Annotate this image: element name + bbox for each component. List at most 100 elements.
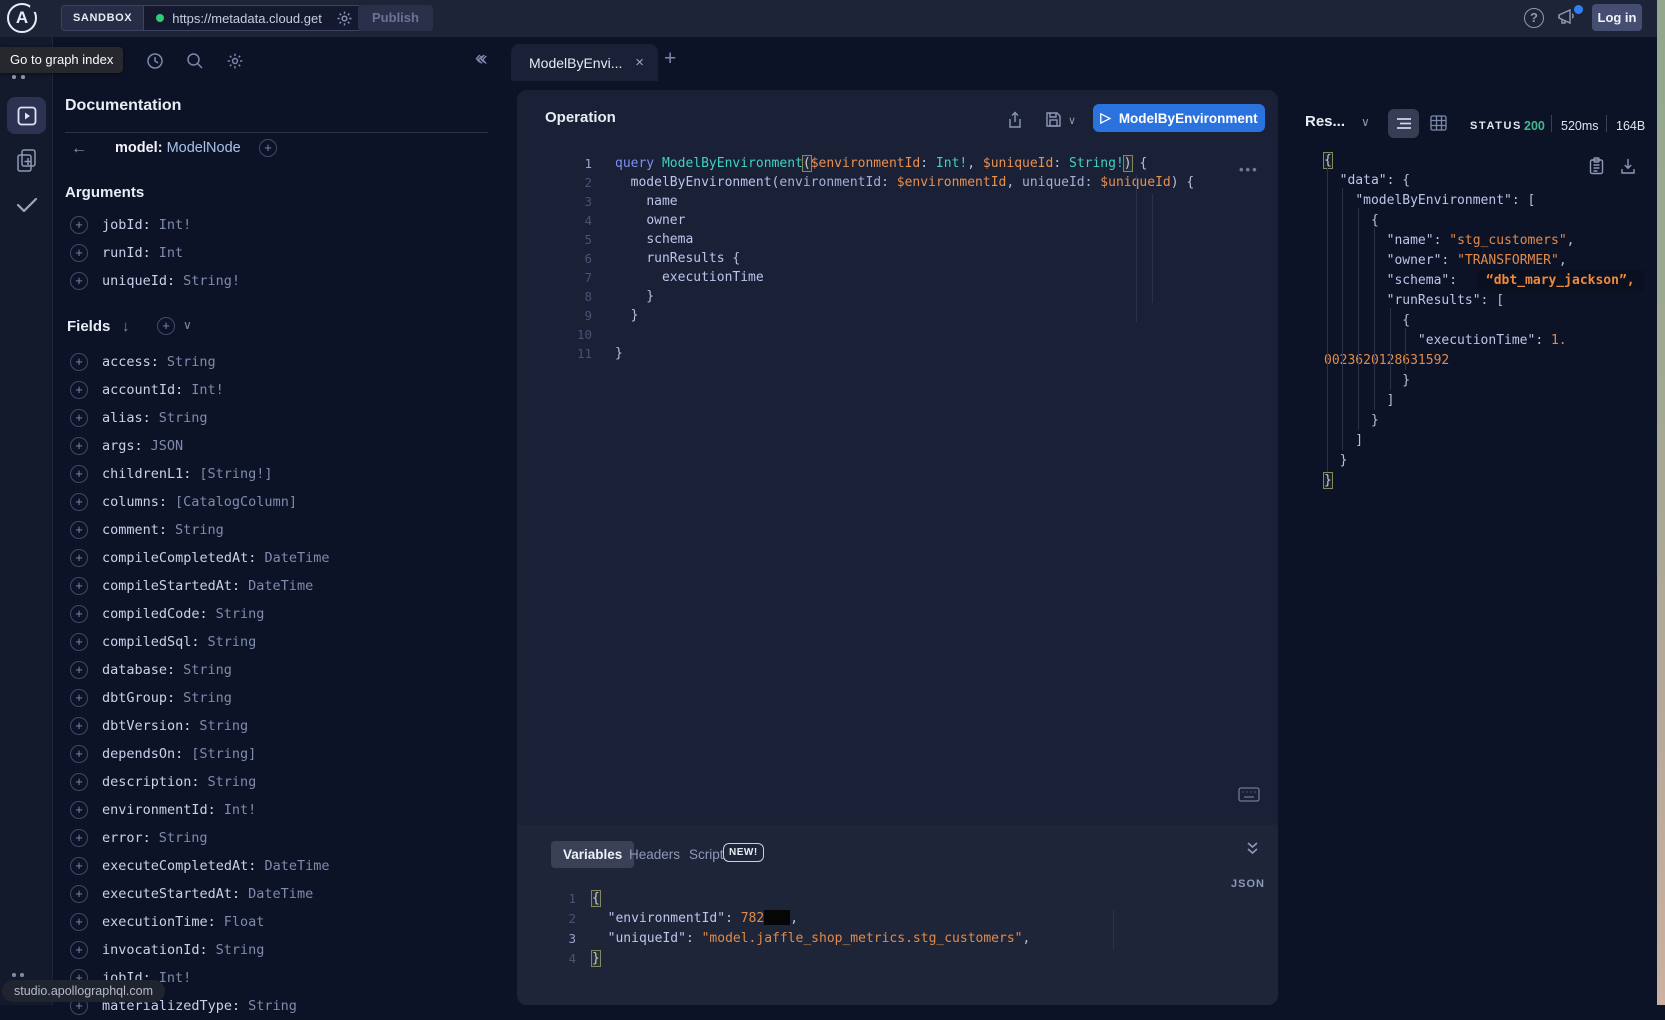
field-name[interactable]: args:: [102, 438, 143, 454]
code-line[interactable]: 10: [517, 325, 1278, 344]
tab-modelbyenvironment[interactable]: ModelByEnvi... ×: [511, 44, 658, 81]
variables-editor[interactable]: 1{2 "environmentId": 782,3 "uniqueId": "…: [517, 888, 1257, 968]
field-type[interactable]: String: [183, 662, 232, 678]
field-row[interactable]: +columns:[CatalogColumn]: [65, 488, 495, 516]
code-line[interactable]: "data": {: [1324, 170, 1650, 190]
endpoint-settings-gear-icon[interactable]: [336, 10, 353, 27]
back-arrow-icon[interactable]: ←: [71, 140, 87, 158]
field-type[interactable]: JSON: [151, 438, 184, 454]
run-operation-button[interactable]: ▷ ModelByEnvironment: [1093, 104, 1265, 132]
response-viewer[interactable]: { "data": { "modelByEnvironment": [ { "n…: [1324, 150, 1650, 490]
field-row[interactable]: +environmentId:Int!: [65, 796, 495, 824]
field-row[interactable]: +childrenL1:[String!]: [65, 460, 495, 488]
announcements-megaphone-icon[interactable]: [1556, 7, 1582, 29]
field-name[interactable]: dbtVersion:: [102, 718, 191, 734]
code-line[interactable]: 3 "uniqueId": "model.jaffle_shop_metrics…: [517, 928, 1257, 948]
field-row[interactable]: +access:String: [65, 348, 495, 376]
field-type[interactable]: Int: [159, 245, 183, 261]
field-name[interactable]: uniqueId:: [102, 273, 175, 289]
code-line[interactable]: 4 owner: [517, 211, 1278, 230]
code-line[interactable]: 1query ModelByEnvironment($environmentId…: [517, 154, 1278, 173]
endpoint-url-field[interactable]: https://metadata.cloud.get: [144, 6, 361, 30]
field-row[interactable]: + compileStartedAt: DateTime: [65, 572, 495, 600]
field-type[interactable]: DateTime: [264, 858, 329, 874]
add-field-plus-icon[interactable]: +: [70, 521, 88, 539]
code-line[interactable]: }: [1324, 450, 1650, 470]
field-name[interactable]: environmentId:: [102, 802, 216, 818]
explorer-nav-item[interactable]: [7, 97, 46, 134]
code-line[interactable]: "name": "stg_customers",: [1324, 230, 1650, 250]
field-row[interactable]: +invocationId:String: [65, 936, 495, 964]
code-line[interactable]: "modelByEnvironment": [: [1324, 190, 1650, 210]
add-field-plus-icon[interactable]: +: [70, 577, 88, 595]
field-name[interactable]: jobId:: [102, 217, 151, 233]
field-type[interactable]: String: [216, 606, 265, 622]
field-type[interactable]: [String]: [191, 746, 256, 762]
field-name[interactable]: executeCompletedAt:: [102, 858, 256, 874]
field-row[interactable]: +compiledCode:String: [65, 600, 495, 628]
add-field-plus-icon[interactable]: +: [70, 549, 88, 567]
code-line[interactable]: }: [1324, 470, 1650, 490]
query-editor[interactable]: 1query ModelByEnvironment($environmentId…: [517, 154, 1278, 363]
add-field-plus-icon[interactable]: +: [70, 689, 88, 707]
tab-variables[interactable]: Variables: [551, 841, 634, 868]
save-icon[interactable]: [1045, 111, 1062, 128]
sort-icon[interactable]: ↓: [122, 318, 130, 335]
field-type[interactable]: String: [167, 354, 216, 370]
code-line[interactable]: {: [1324, 150, 1650, 170]
keyboard-shortcuts-icon[interactable]: [1238, 787, 1260, 802]
add-field-plus-icon[interactable]: +: [70, 913, 88, 931]
field-name[interactable]: error:: [102, 830, 151, 846]
add-field-plus-icon[interactable]: +: [70, 465, 88, 483]
field-type[interactable]: String: [208, 774, 257, 790]
field-row[interactable]: +compileCompletedAt:DateTime: [65, 544, 495, 572]
code-line[interactable]: 0023620128631592: [1324, 350, 1650, 370]
code-line[interactable]: ]: [1324, 390, 1650, 410]
field-name[interactable]: access:: [102, 354, 159, 370]
field-row[interactable]: +jobId:Int!: [65, 211, 495, 239]
login-button[interactable]: Log in: [1592, 4, 1642, 31]
field-type[interactable]: String: [159, 410, 208, 426]
search-icon[interactable]: [186, 52, 204, 70]
field-row[interactable]: +accountId:Int!: [65, 376, 495, 404]
field-name[interactable]: childrenL1:: [102, 466, 191, 482]
add-field-plus-icon[interactable]: +: [70, 437, 88, 455]
add-field-plus-icon[interactable]: +: [70, 829, 88, 847]
add-field-plus-icon[interactable]: +: [70, 717, 88, 735]
add-field-plus-icon[interactable]: +: [70, 745, 88, 763]
field-name[interactable]: dependsOn:: [102, 746, 183, 762]
field-row[interactable]: +executionTime:Float: [65, 908, 495, 936]
add-field-plus-icon[interactable]: +: [70, 409, 88, 427]
code-line[interactable]: ]: [1324, 430, 1650, 450]
field-row[interactable]: +executeStartedAt:DateTime: [65, 880, 495, 908]
field-name[interactable]: executeStartedAt:: [102, 886, 240, 902]
code-line[interactable]: }: [1324, 370, 1650, 390]
field-name[interactable]: compiledCode:: [102, 606, 208, 622]
field-name[interactable]: compileStartedAt:: [102, 578, 240, 594]
field-type[interactable]: Float: [224, 914, 265, 930]
field-name[interactable]: runId:: [102, 245, 151, 261]
code-line[interactable]: 2 "environmentId": 782,: [517, 908, 1257, 928]
collapse-sidebar-icon[interactable]: «: [475, 48, 486, 70]
field-name[interactable]: database:: [102, 662, 175, 678]
field-name[interactable]: alias:: [102, 410, 151, 426]
new-tab-icon[interactable]: +: [664, 47, 676, 71]
field-type[interactable]: String: [159, 830, 208, 846]
field-type[interactable]: Int!: [159, 217, 192, 233]
field-name[interactable]: compileCompletedAt:: [102, 550, 256, 566]
field-name[interactable]: invocationId:: [102, 942, 208, 958]
field-row[interactable]: + dependsOn: [String]: [65, 740, 495, 768]
response-dropdown-chevron-icon[interactable]: ∨: [1361, 115, 1370, 129]
tab-script[interactable]: Script: [689, 847, 724, 862]
field-row[interactable]: +compiledSql:String: [65, 628, 495, 656]
help-icon[interactable]: ?: [1524, 8, 1544, 28]
field-type[interactable]: DateTime: [248, 578, 313, 594]
add-field-plus-icon[interactable]: +: [70, 773, 88, 791]
share-icon[interactable]: [1007, 111, 1023, 129]
add-field-plus-icon[interactable]: +: [70, 633, 88, 651]
field-type[interactable]: Int!: [159, 970, 192, 986]
field-name[interactable]: dbtGroup:: [102, 690, 175, 706]
breadcrumb-type[interactable]: ModelNode: [167, 140, 241, 156]
code-line[interactable]: 6 runResults {: [517, 249, 1278, 268]
add-field-plus-icon[interactable]: +: [70, 941, 88, 959]
